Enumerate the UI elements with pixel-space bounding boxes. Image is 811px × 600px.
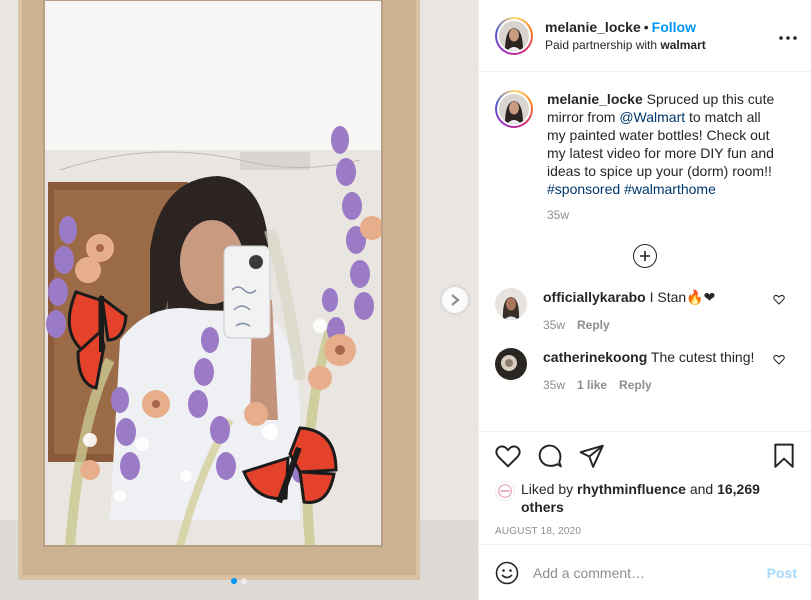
avatar (499, 20, 529, 51)
like-comment-button[interactable] (773, 352, 785, 368)
emoji-button[interactable] (495, 561, 519, 585)
comment-username[interactable]: officiallykarabo (543, 289, 646, 305)
commenter-avatar[interactable] (495, 288, 527, 320)
carousel-dot-active (231, 578, 237, 584)
reply-button[interactable]: Reply (577, 318, 610, 332)
heart-icon (773, 294, 785, 305)
heart-icon (773, 354, 785, 365)
comment-button[interactable] (537, 443, 563, 469)
caption: melanie_locke Spruced up this cute mirro… (495, 90, 795, 198)
bookmark-icon (774, 443, 794, 468)
post-comment-button[interactable]: Post (767, 565, 797, 581)
mention-link[interactable]: @Walmart (619, 109, 685, 125)
more-options-icon (779, 36, 797, 40)
comment-text: I Stan (649, 289, 687, 305)
separator-dot: • (643, 18, 649, 35)
next-photo-button[interactable] (442, 287, 468, 313)
post-header: melanie_locke • Follow Paid partnership wi… (479, 0, 811, 72)
like-comment-button[interactable] (773, 292, 785, 308)
heart-icon (495, 445, 521, 468)
commenter-avatar[interactable] (495, 348, 527, 380)
comment-username[interactable]: catherinekoong (543, 349, 647, 365)
comment-like-count[interactable]: 1 like (577, 378, 607, 392)
carousel-dot (241, 578, 247, 584)
partner-link[interactable]: walmart (660, 38, 705, 52)
more-options-button[interactable] (779, 26, 797, 42)
liker-avatar[interactable] (495, 481, 515, 501)
likes-summary: Liked by rhythminfluence and 16,269 othe… (495, 480, 795, 516)
post-actions: Liked by rhythminfluence and 16,269 othe… (479, 431, 811, 544)
comment-item: officiallykarabo I Stan🔥❤ 35w Reply (495, 288, 795, 332)
comment-timestamp[interactable]: 35w (543, 378, 565, 392)
like-button[interactable] (495, 444, 521, 468)
story-ring[interactable] (495, 16, 533, 55)
post-photo[interactable] (0, 0, 478, 600)
save-button[interactable] (773, 443, 795, 472)
comment-timestamp[interactable]: 35w (543, 318, 565, 332)
caption-timestamp[interactable]: 35w (547, 208, 795, 222)
load-more-comments (495, 244, 795, 268)
caption-avatar (499, 94, 529, 124)
share-button[interactable] (579, 444, 605, 468)
instagram-post: melanie_locke • Follow Paid partnership wi… (0, 0, 811, 600)
comment-item: catherinekoong The cutest thing! 35w 1 l… (495, 348, 795, 392)
plus-icon (640, 251, 650, 261)
mirror-selfie-image (0, 0, 478, 600)
post-date[interactable]: AUGUST 18, 2020 (495, 526, 795, 537)
load-more-button[interactable] (633, 244, 657, 268)
chevron-right-icon (451, 294, 460, 306)
comment-input[interactable] (533, 564, 767, 581)
liked-by-label: Liked by (521, 481, 574, 497)
carousel-indicator (0, 578, 478, 584)
smiley-icon (495, 561, 519, 584)
paid-partnership-label: Paid partnership with (545, 37, 658, 52)
hashtag-link[interactable]: #sponsored (547, 181, 620, 197)
reply-button[interactable]: Reply (619, 378, 652, 392)
likes-joiner: and (689, 481, 714, 497)
follow-button[interactable]: Follow (652, 19, 696, 35)
post-side-panel: melanie_locke • Follow Paid partnership wi… (478, 0, 811, 600)
comment-emoji: 🔥❤ (686, 289, 716, 305)
caption-story-ring[interactable] (495, 90, 533, 128)
send-icon (579, 444, 604, 468)
comments-section[interactable]: melanie_locke Spruced up this cute mirro… (479, 72, 811, 431)
comment-text: The cutest thing! (650, 349, 755, 365)
caption-username[interactable]: melanie_locke (547, 91, 643, 107)
header-username[interactable]: melanie_locke (545, 19, 641, 35)
liker-username[interactable]: rhythminfluence (577, 481, 686, 497)
add-comment-bar: Post (479, 544, 811, 600)
hashtag-link[interactable]: #walmarthome (624, 181, 716, 197)
paid-partnership: Paid partnership with walmart (545, 36, 706, 54)
comment-icon (538, 444, 562, 468)
